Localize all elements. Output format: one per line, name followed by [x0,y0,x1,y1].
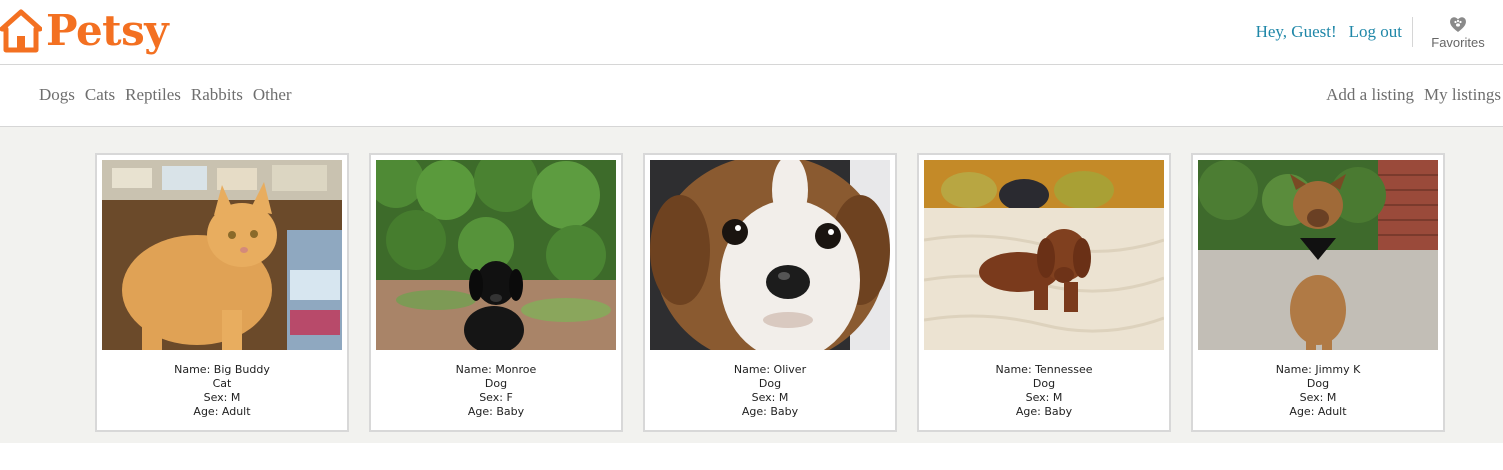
listing-info: Name: Tennessee Dog Sex: M Age: Baby [919,363,1169,419]
listing-info: Name: Monroe Dog Sex: F Age: Baby [371,363,621,419]
nav-item-rabbits[interactable]: Rabbits [191,85,243,105]
brand-logo[interactable]: Petsy [0,6,169,55]
puppy-image [650,160,890,350]
listing-card[interactable]: Name: Oliver Dog Sex: M Age: Baby [643,153,897,432]
listing-age: Age: Baby [467,405,525,418]
dog-bandana-image [1198,160,1438,350]
listing-name: Name: Oliver [733,363,807,376]
listing-name: Name: Monroe [455,363,537,376]
heart-paw-icon [1450,17,1466,32]
listing-sex: Sex: M [1025,391,1063,404]
category-nav: Dogs Cats Reptiles Rabbits Other Add a l… [0,65,1503,127]
top-header: Petsy Hey, Guest! Log out Favorites [0,0,1503,65]
brown-dog-bed-photo[interactable] [924,160,1164,350]
nav-item-dogs[interactable]: Dogs [39,85,75,105]
listing-sex: Sex: M [1299,391,1337,404]
listing-name: Name: Tennessee [995,363,1093,376]
listing-age: Age: Baby [741,405,799,418]
orange-cat-photo[interactable] [102,160,342,350]
listing-info: Name: Oliver Dog Sex: M Age: Baby [645,363,895,419]
house-icon [0,9,42,53]
tan-dog-bandana-photo[interactable] [1198,160,1438,350]
listing-name: Name: Big Buddy [174,363,270,376]
listing-grid: Name: Big Buddy Cat Sex: M Age: Adult Na… [95,153,1465,432]
black-dog-photo[interactable] [376,160,616,350]
listing-sex: Sex: M [203,391,241,404]
favorites-label: Favorites [1431,35,1485,50]
listing-card[interactable]: Name: Jimmy K Dog Sex: M Age: Adult [1191,153,1445,432]
listing-age: Age: Baby [1015,405,1073,418]
listing-age: Age: Adult [193,405,251,418]
puppy-face-photo[interactable] [650,160,890,350]
nav-item-other[interactable]: Other [253,85,292,105]
listing-sex: Sex: M [751,391,789,404]
brand-name: Petsy [46,6,169,55]
header-divider [1412,17,1413,47]
listing-info: Name: Big Buddy Cat Sex: M Age: Adult [97,363,347,419]
listing-type: Dog [758,377,782,390]
listing-type: Dog [1032,377,1056,390]
category-list: Dogs Cats Reptiles Rabbits Other [39,85,302,105]
dog-bed-image [924,160,1164,350]
listing-type: Dog [484,377,508,390]
listings-area: Name: Big Buddy Cat Sex: M Age: Adult Na… [0,127,1503,443]
user-area: Hey, Guest! Log out Favorites [1256,0,1503,64]
favorites-button[interactable]: Favorites [1427,14,1489,50]
listing-actions: Add a listing My listings [1316,85,1501,105]
listing-sex: Sex: F [479,391,513,404]
listing-age: Age: Adult [1289,405,1347,418]
cat-image [102,160,342,350]
user-greeting[interactable]: Hey, Guest! [1256,22,1337,42]
nav-item-cats[interactable]: Cats [85,85,115,105]
listing-type: Cat [212,377,232,390]
dog-image [376,160,616,350]
listing-info: Name: Jimmy K Dog Sex: M Age: Adult [1193,363,1443,419]
listing-card[interactable]: Name: Big Buddy Cat Sex: M Age: Adult [95,153,349,432]
nav-item-reptiles[interactable]: Reptiles [125,85,181,105]
listing-card[interactable]: Name: Monroe Dog Sex: F Age: Baby [369,153,623,432]
add-listing-link[interactable]: Add a listing [1326,85,1414,105]
listing-name: Name: Jimmy K [1275,363,1361,376]
logout-link[interactable]: Log out [1349,22,1402,42]
listing-type: Dog [1306,377,1330,390]
my-listings-link[interactable]: My listings [1424,85,1501,105]
listing-card[interactable]: Name: Tennessee Dog Sex: M Age: Baby [917,153,1171,432]
